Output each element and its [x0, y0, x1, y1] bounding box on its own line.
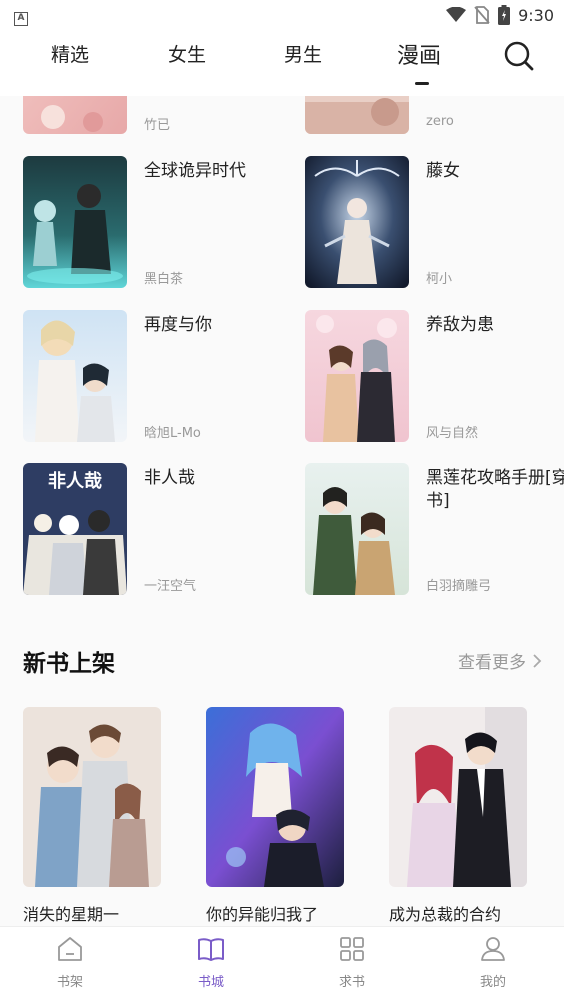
nav-item-profile[interactable]: 我的 [453, 935, 533, 990]
grid-icon [340, 937, 364, 961]
category-tabs: 精选 女生 男生 漫画 [0, 30, 564, 96]
book-cover[interactable] [23, 707, 161, 887]
book-title: 藤女 [426, 161, 460, 181]
see-more-label: 查看更多 [458, 653, 526, 673]
app-notification-icon: A [14, 11, 28, 26]
book-title: 非人哉 [144, 468, 195, 488]
book-title: 消失的星期一 [23, 905, 120, 924]
book-item[interactable]: 竹已 [23, 96, 293, 134]
book-item[interactable]: 养敌为患 风与自然 [305, 310, 564, 442]
search-icon[interactable] [503, 40, 535, 72]
book-icon [198, 938, 224, 961]
book-title: 养敌为患 [426, 315, 494, 335]
new-book-item[interactable]: 消失的星期一 [23, 707, 161, 925]
book-author: 柯小 [426, 272, 453, 287]
nav-label: 求书 [338, 975, 365, 990]
status-bar: A 9:30 [0, 0, 564, 30]
book-author: 黑白茶 [144, 272, 184, 287]
tab-featured[interactable]: 精选 [51, 40, 89, 67]
book-author: 白羽摘雕弓 [426, 579, 492, 594]
section-title: 新书上架 [23, 651, 115, 677]
book-title: 黑莲花攻略手册[穿书] [426, 468, 564, 511]
book-cover[interactable] [389, 707, 527, 887]
book-author: zero [426, 114, 454, 129]
new-book-item[interactable]: 成为总裁的合约 [389, 707, 527, 925]
book-item[interactable]: 全球诡异时代 黑白茶 [23, 156, 293, 288]
nav-label: 书架 [56, 975, 83, 990]
user-icon [481, 937, 505, 961]
tab-comics[interactable]: 漫画 [397, 38, 441, 70]
book-item[interactable]: 再度与你 晗旭L-Mo [23, 310, 293, 442]
book-item[interactable]: 黑莲花攻略手册[穿书] 白羽摘雕弓 [305, 463, 564, 595]
battery-icon [498, 5, 511, 25]
comic-list[interactable]: 竹已 zero 全球诡异时代 黑白茶 藤女 柯小 再度与你 晗旭L-Mo 养敌为… [0, 96, 564, 926]
book-cover[interactable] [23, 156, 127, 288]
book-cover[interactable] [305, 310, 409, 442]
nav-item-bookstore[interactable]: 书城 [171, 935, 251, 990]
book-cover[interactable] [305, 156, 409, 288]
nav-item-bookshelf[interactable]: 书架 [30, 935, 110, 990]
home-icon [58, 937, 82, 961]
new-book-item[interactable]: 你的异能归我了 [206, 707, 344, 925]
nav-item-request[interactable]: 求书 [312, 935, 392, 990]
book-cover[interactable] [206, 707, 344, 887]
book-cover[interactable]: 非人哉 [23, 463, 127, 595]
book-title: 再度与你 [144, 315, 212, 335]
book-author: 风与自然 [426, 426, 479, 441]
no-sim-icon [474, 6, 490, 24]
wifi-icon [446, 7, 467, 23]
chevron-right-icon [533, 653, 542, 668]
book-cover[interactable] [305, 96, 409, 134]
book-item[interactable]: 非人哉 非人哉 一汪空气 [23, 463, 293, 595]
book-cover[interactable] [305, 463, 409, 595]
book-author: 竹已 [144, 118, 171, 133]
tab-female[interactable]: 女生 [168, 40, 206, 67]
nav-label: 书城 [197, 975, 224, 990]
cover-title-text: 非人哉 [48, 470, 102, 492]
book-title: 全球诡异时代 [144, 161, 246, 181]
active-tab-indicator [415, 82, 429, 85]
see-more-link[interactable]: 查看更多 [458, 648, 542, 673]
new-books-header: 新书上架 查看更多 [0, 636, 564, 686]
book-cover[interactable] [23, 96, 127, 134]
bottom-navigation: 书架 书城 求书 我的 [0, 926, 564, 1002]
nav-label: 我的 [479, 975, 506, 990]
book-title: 成为总裁的合约 [389, 905, 502, 924]
book-author: 一汪空气 [144, 579, 197, 594]
clock: 9:30 [518, 5, 554, 25]
book-cover[interactable] [23, 310, 127, 442]
book-author: 晗旭L-Mo [144, 426, 201, 441]
tab-male[interactable]: 男生 [284, 40, 322, 67]
book-item[interactable]: 藤女 柯小 [305, 156, 564, 288]
book-item[interactable]: zero [305, 96, 564, 134]
book-title: 你的异能归我了 [206, 905, 319, 924]
